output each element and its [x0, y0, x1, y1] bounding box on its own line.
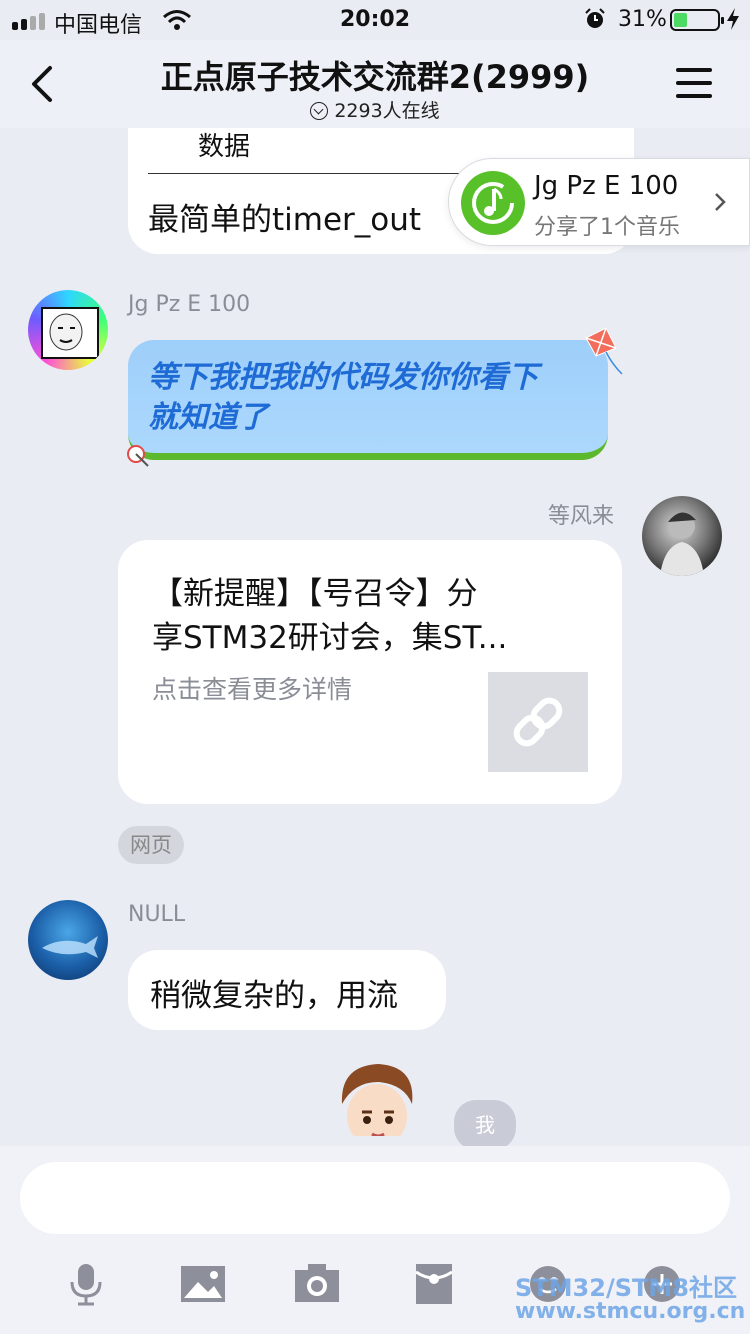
microphone-icon[interactable] — [66, 1262, 106, 1306]
status-bar: 中国电信 20:02 31% — [0, 0, 750, 40]
pinwheel-icon — [127, 445, 149, 467]
watermark: STM32/STM8社区 www.stmcu.org.cn — [515, 1276, 745, 1324]
avatar[interactable] — [28, 900, 108, 980]
card-text-timer: 最简单的timer_out — [148, 202, 422, 238]
kite-icon — [585, 327, 623, 375]
sender-name: 等风来 — [548, 504, 615, 529]
link-description: 点击查看更多详情 — [152, 675, 353, 704]
link-icon — [513, 697, 563, 747]
link-title-line: 【新提醒】【号召令】分 — [152, 576, 478, 612]
group-title[interactable]: 正点原子技术交流群2(2999) — [0, 52, 750, 98]
webpage-tag: 网页 — [118, 826, 184, 864]
message-bubble[interactable]: 稍微复杂的，用流 — [128, 950, 446, 1030]
hamburger-menu-icon[interactable] — [676, 68, 712, 98]
sender-name: NULL — [128, 902, 186, 927]
chevron-right-icon — [715, 193, 726, 211]
cartoon-avatar-sticker — [332, 1064, 422, 1146]
message-bubble[interactable]: 等下我把我的代码发你你看下 就知道了 — [128, 340, 608, 460]
camera-icon[interactable] — [294, 1262, 340, 1306]
link-title-line: 享STM32研讨会，集ST... — [152, 620, 508, 656]
message-text: 稍微复杂的，用流 — [150, 978, 398, 1014]
watermark-line: STM32/STM8社区 — [515, 1274, 737, 1302]
chat-header: 正点原子技术交流群2(2999) 2293人在线 — [0, 40, 750, 128]
avatar[interactable] — [642, 496, 722, 576]
card-text-data: 数据 — [198, 132, 251, 162]
sender-name: Jg Pz E 100 — [128, 292, 251, 317]
red-packet-icon[interactable] — [414, 1262, 454, 1306]
link-title: 【新提醒】【号召令】分 享STM32研讨会，集ST... — [152, 572, 592, 660]
message-input[interactable] — [20, 1162, 730, 1234]
me-tag: 我 — [454, 1100, 516, 1150]
link-share-card[interactable]: 【新提醒】【号召令】分 享STM32研讨会，集ST... 点击查看更多详情 — [118, 540, 622, 804]
message-text-line: 等下我把我的代码发你你看下 — [148, 360, 538, 395]
charging-icon — [727, 8, 739, 30]
battery-fill — [674, 13, 688, 27]
music-note-icon — [461, 171, 525, 235]
music-share-popup[interactable]: Jg Pz E 100 分享了1个音乐 — [448, 158, 750, 246]
online-count-label: 2293人在线 — [334, 100, 440, 122]
alarm-icon — [585, 8, 605, 28]
online-count[interactable]: 2293人在线 — [0, 96, 750, 123]
music-sharer-name: Jg Pz E 100 — [534, 171, 679, 201]
avatar[interactable] — [28, 290, 108, 370]
image-icon[interactable] — [180, 1262, 226, 1306]
message-text: 等下我把我的代码发你你看下 就知道了 — [148, 358, 538, 438]
chevron-down-circle-icon — [310, 102, 329, 120]
battery-icon — [670, 9, 724, 31]
music-share-subtitle: 分享了1个音乐 — [534, 215, 680, 240]
message-text-line: 就知道了 — [148, 400, 268, 435]
link-thumbnail — [488, 672, 588, 772]
battery-percent: 31% — [618, 7, 667, 32]
watermark-line: www.stmcu.org.cn — [515, 1299, 746, 1324]
